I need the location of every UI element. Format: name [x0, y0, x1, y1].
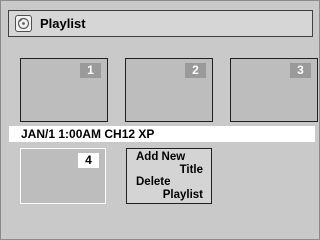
title-thumbnail-2[interactable]: 2	[125, 58, 213, 122]
title-number: 4	[78, 153, 99, 168]
title-options-menu: Add New Title Delete Playlist	[126, 148, 212, 204]
title-number: 1	[80, 63, 101, 78]
title-thumbnail-1[interactable]: 1	[20, 58, 108, 122]
title-info-bar: JAN/1 1:00AM CH12 XP	[9, 126, 315, 142]
title-thumbnail-3[interactable]: 3	[230, 58, 318, 122]
add-new-title-option[interactable]: Add New Title	[136, 151, 203, 176]
menu-item-label: Title	[179, 163, 203, 176]
title-thumbnail-4[interactable]: 4	[20, 148, 106, 204]
playlist-icon	[15, 15, 32, 32]
title-number: 2	[185, 63, 206, 78]
title-number: 3	[290, 63, 311, 78]
title-bar: Playlist	[8, 10, 313, 37]
menu-item-label: Delete	[136, 176, 171, 188]
delete-playlist-option[interactable]: Delete Playlist	[136, 176, 203, 201]
menu-item-label: Playlist	[162, 188, 203, 201]
playlist-screen: Playlist 1 2 3 JAN/1 1:00AM CH12 XP 4 Ad…	[0, 0, 320, 240]
page-title: Playlist	[40, 16, 86, 31]
menu-item-label: Add New	[136, 151, 186, 163]
